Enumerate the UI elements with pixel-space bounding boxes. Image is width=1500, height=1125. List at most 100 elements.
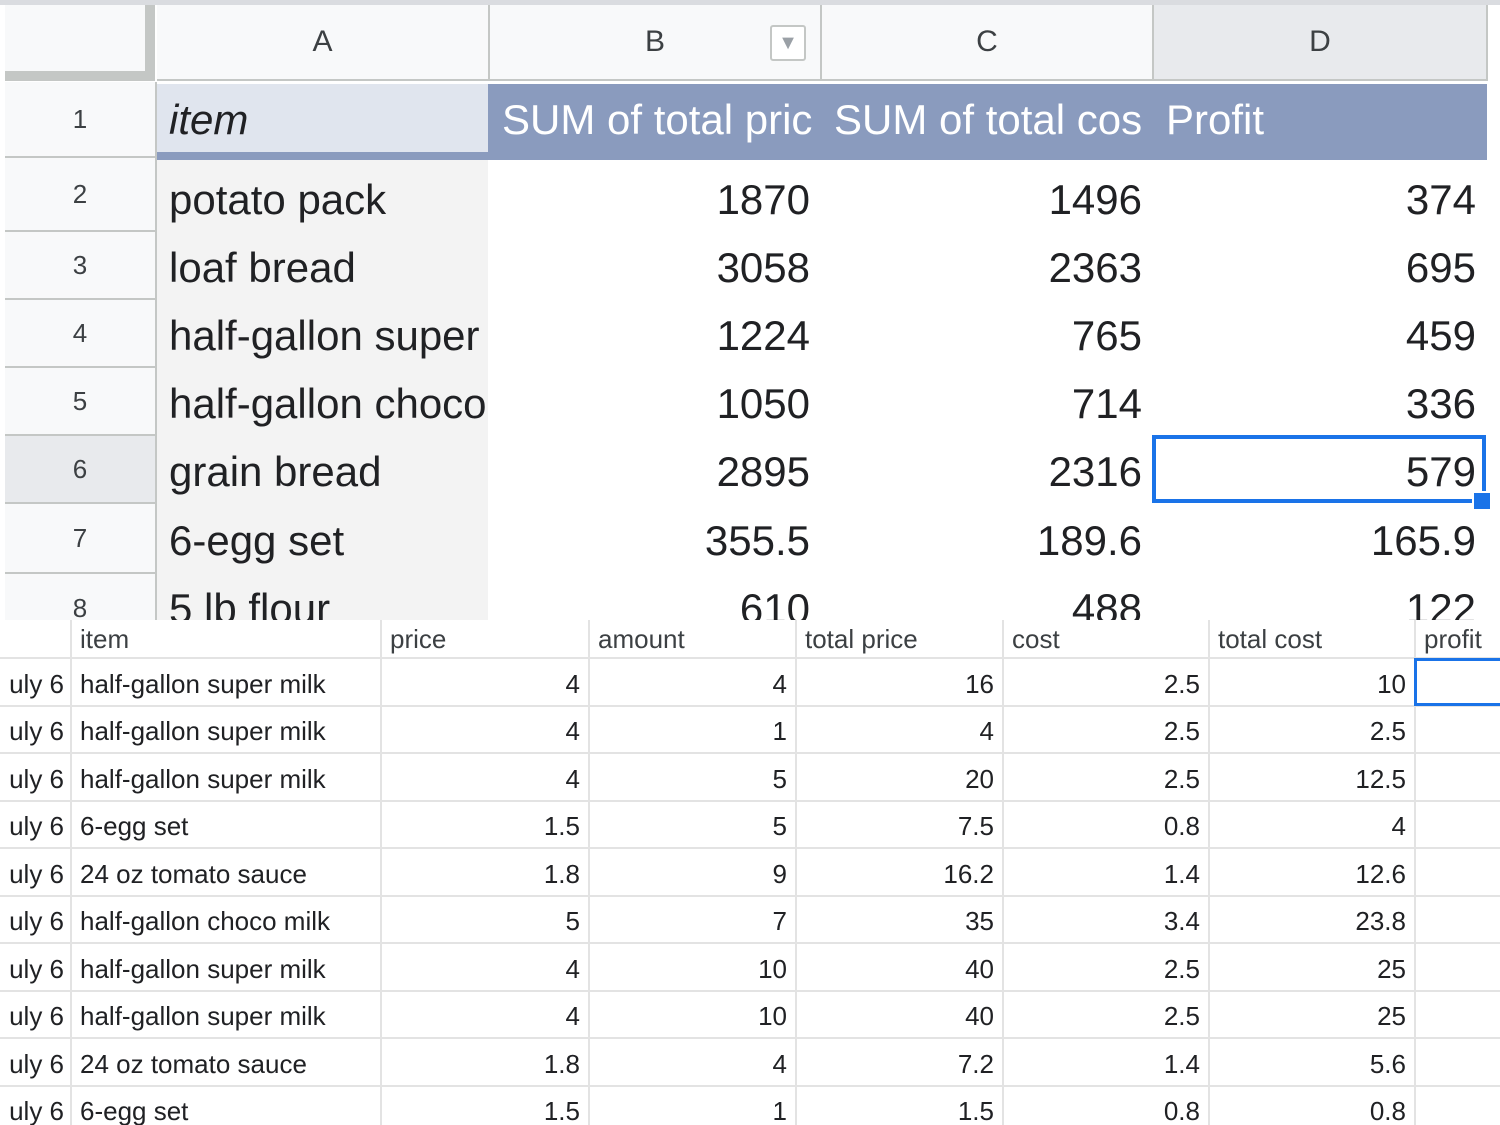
pivot-cell-item[interactable]: half-gallon super bbox=[157, 302, 488, 370]
raw-cell-total-price[interactable]: 16 bbox=[795, 660, 1002, 708]
raw-cell-total-price[interactable]: 40 bbox=[795, 993, 1002, 1041]
pivot-cell-item[interactable]: loaf bread bbox=[157, 234, 488, 302]
raw-cell-total-price[interactable]: 7.2 bbox=[795, 1040, 1002, 1088]
raw-cell-date[interactable]: uly 6 bbox=[0, 898, 70, 946]
raw-cell-total-cost[interactable]: 10 bbox=[1208, 660, 1414, 708]
pivot-cell-item[interactable]: half-gallon choco bbox=[157, 370, 488, 438]
raw-cell-price[interactable]: 1.8 bbox=[380, 1040, 588, 1088]
raw-cell-profit[interactable] bbox=[1414, 755, 1500, 803]
raw-cell-total-cost[interactable]: 0.8 bbox=[1208, 1088, 1414, 1125]
pivot-cell-item[interactable]: 5 lb flour bbox=[157, 575, 488, 620]
row-header-5[interactable]: 5 bbox=[5, 368, 157, 436]
raw-cell-cost[interactable]: 0.8 bbox=[1002, 1088, 1208, 1125]
pivot-cell-sum-cost[interactable]: 2316 bbox=[822, 438, 1154, 506]
row-header-6[interactable]: 6 bbox=[5, 436, 157, 504]
raw-cell-total-cost[interactable]: 25 bbox=[1208, 945, 1414, 993]
raw-header-cell[interactable]: item bbox=[72, 620, 129, 658]
raw-cell-total-cost[interactable]: 25 bbox=[1208, 993, 1414, 1041]
pivot-cell-sum-price[interactable]: 2895 bbox=[488, 438, 822, 506]
raw-cell-price[interactable]: 1.5 bbox=[380, 1088, 588, 1125]
raw-cell-total-price[interactable]: 20 bbox=[795, 755, 1002, 803]
raw-cell-profit[interactable] bbox=[1414, 708, 1500, 756]
pivot-header-profit[interactable]: Profit bbox=[1166, 86, 1264, 154]
row-header-8[interactable]: 8 bbox=[5, 574, 157, 620]
raw-cell-date[interactable]: uly 6 bbox=[0, 755, 70, 803]
raw-header-cell[interactable]: profit bbox=[1416, 620, 1482, 658]
pivot-header-sum-price[interactable]: SUM of total pric bbox=[502, 86, 812, 154]
raw-cell-total-cost[interactable]: 12.6 bbox=[1208, 850, 1414, 898]
pivot-cell-item[interactable]: potato pack bbox=[157, 166, 488, 234]
pivot-cell-sum-cost[interactable]: 488 bbox=[822, 575, 1154, 620]
filter-dropdown-button[interactable]: ▼ bbox=[770, 25, 806, 61]
raw-cell-date[interactable]: uly 6 bbox=[0, 945, 70, 993]
pivot-cell-sum-cost[interactable]: 2363 bbox=[822, 234, 1154, 302]
raw-cell-cost[interactable]: 3.4 bbox=[1002, 898, 1208, 946]
raw-cell-cost[interactable]: 2.5 bbox=[1002, 993, 1208, 1041]
raw-cell-cost[interactable]: 2.5 bbox=[1002, 945, 1208, 993]
raw-cell-item[interactable]: half-gallon super milk bbox=[72, 708, 380, 756]
raw-cell-cost[interactable]: 2.5 bbox=[1002, 660, 1208, 708]
raw-cell-amount[interactable]: 5 bbox=[588, 755, 795, 803]
raw-cell-amount[interactable]: 4 bbox=[588, 660, 795, 708]
pivot-cell-item[interactable]: grain bread bbox=[157, 438, 488, 506]
raw-cell-total-price[interactable]: 4 bbox=[795, 708, 1002, 756]
raw-cell-price[interactable]: 4 bbox=[380, 708, 588, 756]
raw-cell-item[interactable]: 6-egg set bbox=[72, 803, 380, 851]
raw-cell-date[interactable]: uly 6 bbox=[0, 803, 70, 851]
pivot-cell-sum-price[interactable]: 3058 bbox=[488, 234, 822, 302]
raw-cell-total-cost[interactable]: 5.6 bbox=[1208, 1040, 1414, 1088]
raw-cell-cost[interactable]: 1.4 bbox=[1002, 850, 1208, 898]
pivot-cell-profit[interactable]: 336 bbox=[1154, 370, 1488, 438]
raw-cell-item[interactable]: half-gallon super milk bbox=[72, 945, 380, 993]
raw-cell-amount[interactable]: 1 bbox=[588, 1088, 795, 1125]
pivot-cell-sum-cost[interactable]: 765 bbox=[822, 302, 1154, 370]
pivot-cell-profit[interactable]: 459 bbox=[1154, 302, 1488, 370]
raw-cell-date[interactable]: uly 6 bbox=[0, 993, 70, 1041]
raw-cell-profit[interactable] bbox=[1414, 945, 1500, 993]
pivot-cell-sum-price[interactable]: 355.5 bbox=[488, 507, 822, 575]
raw-cell-cost[interactable]: 2.5 bbox=[1002, 708, 1208, 756]
raw-header-cell[interactable]: price bbox=[382, 620, 446, 658]
pivot-cell-sum-cost[interactable]: 714 bbox=[822, 370, 1154, 438]
raw-cell-item[interactable]: 24 oz tomato sauce bbox=[72, 850, 380, 898]
raw-header-cell[interactable]: total price bbox=[797, 620, 918, 658]
raw-cell-price[interactable]: 4 bbox=[380, 945, 588, 993]
raw-cell-date[interactable]: uly 6 bbox=[0, 708, 70, 756]
raw-cell-profit[interactable] bbox=[1414, 850, 1500, 898]
row-header-4[interactable]: 4 bbox=[5, 300, 157, 368]
pivot-cell-item[interactable]: 6-egg set bbox=[157, 507, 488, 575]
raw-cell-item[interactable]: half-gallon super milk bbox=[72, 755, 380, 803]
raw-cell-total-price[interactable]: 7.5 bbox=[795, 803, 1002, 851]
column-header-b[interactable]: B ▼ bbox=[490, 5, 822, 81]
raw-cell-date[interactable]: uly 6 bbox=[0, 1040, 70, 1088]
raw-cell-total-price[interactable]: 16.2 bbox=[795, 850, 1002, 898]
column-header-d[interactable]: D bbox=[1154, 5, 1488, 81]
raw-cell-amount[interactable]: 1 bbox=[588, 708, 795, 756]
raw-cell-total-cost[interactable]: 2.5 bbox=[1208, 708, 1414, 756]
raw-cell-price[interactable]: 4 bbox=[380, 993, 588, 1041]
pivot-cell-sum-price[interactable]: 1050 bbox=[488, 370, 822, 438]
raw-cell-total-cost[interactable]: 4 bbox=[1208, 803, 1414, 851]
row-header-1[interactable]: 1 bbox=[5, 82, 157, 158]
raw-cell-profit[interactable] bbox=[1414, 1040, 1500, 1088]
raw-cell-profit[interactable] bbox=[1414, 993, 1500, 1041]
raw-cell-total-price[interactable]: 1.5 bbox=[795, 1088, 1002, 1125]
row-header-2[interactable]: 2 bbox=[5, 158, 157, 232]
raw-cell-item[interactable]: half-gallon super milk bbox=[72, 993, 380, 1041]
raw-cell-total-cost[interactable]: 12.5 bbox=[1208, 755, 1414, 803]
pivot-cell-sum-price[interactable]: 1224 bbox=[488, 302, 822, 370]
raw-cell-date[interactable]: uly 6 bbox=[0, 1088, 70, 1125]
raw-cell-total-price[interactable]: 40 bbox=[795, 945, 1002, 993]
raw-cell-amount[interactable]: 10 bbox=[588, 993, 795, 1041]
raw-cell-amount[interactable]: 9 bbox=[588, 850, 795, 898]
raw-cell-cost[interactable]: 0.8 bbox=[1002, 803, 1208, 851]
raw-cell-total-price[interactable]: 35 bbox=[795, 898, 1002, 946]
pivot-cell-profit[interactable]: 695 bbox=[1154, 234, 1488, 302]
select-all-corner[interactable] bbox=[5, 5, 155, 81]
raw-cell-item[interactable]: half-gallon choco milk bbox=[72, 898, 380, 946]
raw-cell-price[interactable]: 5 bbox=[380, 898, 588, 946]
column-header-a[interactable]: A bbox=[157, 5, 490, 81]
raw-cell-price[interactable]: 4 bbox=[380, 755, 588, 803]
pivot-cell-sum-price[interactable]: 610 bbox=[488, 575, 822, 620]
raw-header-cell[interactable]: cost bbox=[1004, 620, 1060, 658]
